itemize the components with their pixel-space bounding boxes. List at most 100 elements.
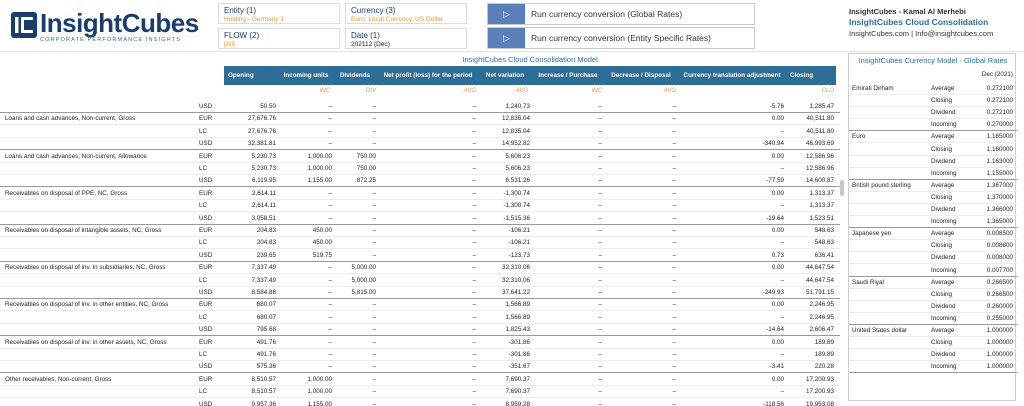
row-value-cell[interactable]: 37,641.22 bbox=[480, 289, 530, 296]
row-value-cell[interactable]: – bbox=[378, 339, 476, 346]
row-value-cell[interactable]: 6,119.95 bbox=[224, 177, 276, 184]
row-value-cell[interactable]: – bbox=[604, 239, 676, 246]
rate-value-cell[interactable]: 1.366000 bbox=[959, 206, 1013, 213]
row-value-cell[interactable]: -5.76 bbox=[678, 103, 784, 110]
row-value-cell[interactable]: 17,200.93 bbox=[790, 388, 834, 395]
row-value-cell[interactable]: 6,531.26 bbox=[480, 177, 530, 184]
row-currency[interactable]: USD bbox=[199, 363, 212, 370]
row-value-cell[interactable]: – bbox=[604, 128, 676, 135]
rate-type-label[interactable]: Average bbox=[931, 133, 954, 140]
row-value-cell[interactable]: 5,000.00 bbox=[334, 277, 376, 284]
row-value-cell[interactable]: – bbox=[378, 140, 476, 147]
rate-type-label[interactable]: Dividend bbox=[931, 351, 956, 358]
rate-type-label[interactable]: Average bbox=[931, 279, 954, 286]
rate-type-label[interactable]: Incoming bbox=[931, 121, 957, 128]
row-value-cell[interactable]: – bbox=[532, 165, 602, 172]
row-value-cell[interactable]: – bbox=[678, 277, 784, 284]
rate-type-label[interactable]: Incoming bbox=[931, 363, 957, 370]
row-value-cell[interactable]: – bbox=[532, 351, 602, 358]
row-value-cell[interactable]: – bbox=[604, 401, 676, 406]
row-value-cell[interactable]: -351.67 bbox=[480, 363, 530, 370]
rate-type-label[interactable]: Closing bbox=[931, 194, 952, 201]
row-value-cell[interactable]: 0.00 bbox=[678, 115, 784, 122]
row-value-cell[interactable]: – bbox=[334, 401, 376, 406]
row-value-cell[interactable]: – bbox=[378, 401, 476, 406]
row-value-cell[interactable]: – bbox=[378, 388, 476, 395]
row-value-cell[interactable]: -123.73 bbox=[480, 252, 530, 259]
row-value-cell[interactable]: – bbox=[334, 388, 376, 395]
row-value-cell[interactable]: 12,586.96 bbox=[790, 165, 834, 172]
rate-currency-label[interactable]: Emirati Dirham bbox=[852, 85, 894, 92]
row-value-cell[interactable]: – bbox=[280, 314, 332, 321]
row-value-cell[interactable]: 2,246.95 bbox=[790, 314, 834, 321]
rate-value-cell[interactable]: 1.155000 bbox=[959, 170, 1013, 177]
rate-value-cell[interactable]: 1.000000 bbox=[959, 327, 1013, 334]
row-value-cell[interactable]: – bbox=[532, 376, 602, 383]
row-value-cell[interactable]: – bbox=[334, 351, 376, 358]
row-value-cell[interactable]: – bbox=[334, 202, 376, 209]
row-currency[interactable]: USD bbox=[199, 215, 212, 222]
row-value-cell[interactable]: 872.25 bbox=[334, 177, 376, 184]
row-value-cell[interactable]: 636.41 bbox=[790, 252, 834, 259]
row-value-cell[interactable]: – bbox=[378, 363, 476, 370]
row-value-cell[interactable]: – bbox=[532, 388, 602, 395]
row-value-cell[interactable]: – bbox=[604, 103, 676, 110]
rate-type-label[interactable]: Dividend bbox=[931, 206, 956, 213]
row-value-cell[interactable]: – bbox=[378, 177, 476, 184]
row-value-cell[interactable]: 575.36 bbox=[224, 363, 276, 370]
row-value-cell[interactable]: 44,647.54 bbox=[790, 264, 834, 271]
row-value-cell[interactable]: – bbox=[532, 339, 602, 346]
rate-type-label[interactable]: Closing bbox=[931, 242, 952, 249]
row-value-cell[interactable]: 5,815.00 bbox=[334, 289, 376, 296]
row-value-cell[interactable]: 32,381.81 bbox=[224, 140, 276, 147]
row-account-label[interactable]: Receivables on disposal of intangible as… bbox=[5, 227, 161, 234]
row-value-cell[interactable]: -19.64 bbox=[678, 215, 784, 222]
row-value-cell[interactable]: – bbox=[334, 128, 376, 135]
row-value-cell[interactable]: – bbox=[604, 177, 676, 184]
row-value-cell[interactable]: 14,952.82 bbox=[480, 140, 530, 147]
row-value-cell[interactable]: – bbox=[378, 153, 476, 160]
row-value-cell[interactable]: 189.89 bbox=[790, 339, 834, 346]
row-currency[interactable]: USD bbox=[199, 252, 212, 259]
rate-type-label[interactable]: Incoming bbox=[931, 315, 957, 322]
row-value-cell[interactable]: 548.63 bbox=[790, 239, 834, 246]
rate-value-cell[interactable]: 0.008000 bbox=[959, 254, 1013, 261]
row-value-cell[interactable]: -1,300.74 bbox=[480, 190, 530, 197]
row-value-cell[interactable]: 680.07 bbox=[224, 314, 276, 321]
rate-type-label[interactable]: Closing bbox=[931, 339, 952, 346]
row-value-cell[interactable]: 8,510.57 bbox=[224, 388, 276, 395]
rate-type-label[interactable]: Dividend bbox=[931, 303, 956, 310]
row-value-cell[interactable]: – bbox=[604, 301, 676, 308]
row-currency[interactable]: LC bbox=[199, 165, 207, 172]
row-value-cell[interactable]: -77.59 bbox=[678, 177, 784, 184]
row-value-cell[interactable]: 27,676.76 bbox=[224, 128, 276, 135]
row-value-cell[interactable]: – bbox=[334, 376, 376, 383]
row-value-cell[interactable]: – bbox=[280, 103, 332, 110]
rate-type-label[interactable]: Average bbox=[931, 182, 954, 189]
row-value-cell[interactable]: – bbox=[532, 314, 602, 321]
row-value-cell[interactable]: 1,155.00 bbox=[280, 401, 332, 406]
row-value-cell[interactable]: – bbox=[604, 351, 676, 358]
row-value-cell[interactable]: 0.00 bbox=[678, 153, 784, 160]
row-value-cell[interactable]: – bbox=[378, 115, 476, 122]
rate-type-label[interactable]: Average bbox=[931, 327, 954, 334]
row-value-cell[interactable]: 51,791.15 bbox=[790, 289, 834, 296]
rate-value-cell[interactable]: 1.367000 bbox=[959, 182, 1013, 189]
rate-value-cell[interactable]: 0.008500 bbox=[959, 230, 1013, 237]
row-value-cell[interactable]: – bbox=[334, 301, 376, 308]
row-value-cell[interactable]: 5,230.73 bbox=[224, 153, 276, 160]
row-value-cell[interactable]: – bbox=[604, 202, 676, 209]
row-value-cell[interactable]: -1,515.36 bbox=[480, 215, 530, 222]
row-value-cell[interactable]: 27,676.76 bbox=[224, 115, 276, 122]
row-account-label[interactable]: Receivables on disposal of inv. in subsi… bbox=[5, 264, 166, 271]
rate-value-cell[interactable]: 0.270000 bbox=[959, 121, 1013, 128]
row-value-cell[interactable]: -301.86 bbox=[480, 339, 530, 346]
row-value-cell[interactable]: -14.64 bbox=[678, 326, 784, 333]
row-value-cell[interactable]: 17,200.93 bbox=[790, 376, 834, 383]
rate-type-label[interactable]: Incoming bbox=[931, 267, 957, 274]
row-value-cell[interactable]: 0.00 bbox=[678, 264, 784, 271]
row-value-cell[interactable]: – bbox=[378, 264, 476, 271]
rate-value-cell[interactable]: 1.163000 bbox=[959, 158, 1013, 165]
rate-currency-label[interactable]: Japanese yen bbox=[852, 230, 891, 237]
row-account-label[interactable]: Other receivables, Non-current, Gross bbox=[5, 376, 111, 383]
